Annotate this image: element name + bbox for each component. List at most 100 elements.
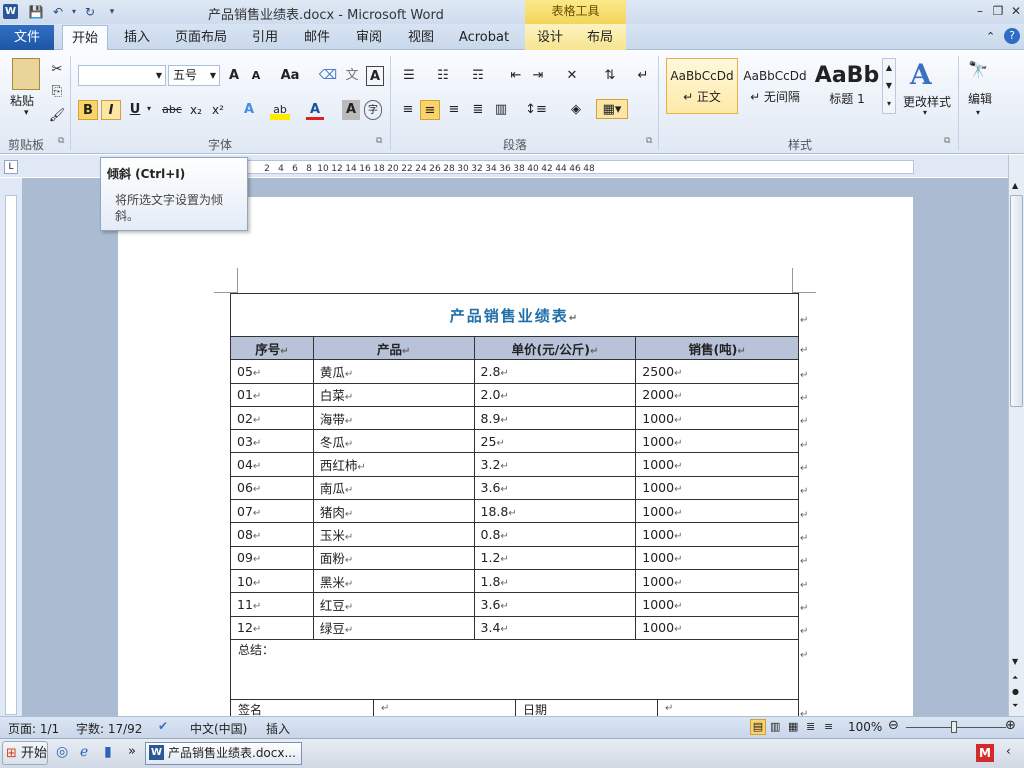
align-center-icon[interactable]: ≡	[420, 100, 440, 120]
table-cell[interactable]: 3.4↵	[473, 615, 637, 640]
insert-mode-status[interactable]: 插入	[266, 720, 290, 737]
table-cell[interactable]: 07↵	[230, 499, 314, 524]
table-cell[interactable]: 玉米↵	[312, 522, 475, 547]
header-cell[interactable]: 销售(吨)↵	[635, 335, 799, 361]
table-cell[interactable]: 1.8↵	[473, 568, 637, 594]
vertical-ruler[interactable]	[5, 195, 17, 715]
header-cell[interactable]: 序号↵	[230, 335, 314, 361]
grow-font-icon[interactable]: A	[224, 66, 244, 86]
distributed-icon[interactable]: ▥	[491, 100, 511, 120]
tab-file[interactable]: 文件	[0, 25, 54, 50]
show-marks-icon[interactable]: ↵	[634, 66, 652, 86]
shrink-font-icon[interactable]: A	[246, 66, 266, 86]
table-cell[interactable]: 海带↵	[312, 405, 475, 431]
tray-expand-icon[interactable]: ‹	[1006, 744, 1011, 758]
font-launcher-icon[interactable]: ⧉	[376, 136, 382, 146]
table-title-cell[interactable]: 产品销售业绩表↵	[230, 293, 799, 337]
format-painter-icon[interactable]: 🖌	[48, 106, 66, 126]
table-cell[interactable]: 03↵	[230, 429, 314, 454]
tab-page-layout[interactable]: 页面布局	[170, 25, 232, 50]
table-cell[interactable]: 1000↵	[635, 522, 799, 547]
tab-mailings[interactable]: 邮件	[296, 25, 338, 50]
full-reading-icon[interactable]: ▥	[770, 720, 780, 733]
styles-launcher-icon[interactable]: ⧉	[944, 136, 950, 146]
font-size-combo[interactable]: 五号 ▼	[168, 65, 220, 86]
quicklaunch-icon[interactable]: ◎	[56, 744, 68, 760]
table-cell[interactable]: 红豆↵	[312, 592, 475, 617]
multilevel-list-icon[interactable]: ☶	[466, 66, 490, 86]
table-cell[interactable]: 1000↵	[635, 405, 799, 431]
table-cell[interactable]: 05↵	[230, 359, 314, 384]
paste-icon[interactable]	[12, 58, 40, 90]
table-cell[interactable]: 1000↵	[635, 545, 799, 570]
style-heading1[interactable]: AaBb 标题 1	[812, 58, 882, 114]
table-cell[interactable]: 1.2↵	[473, 545, 637, 570]
web-layout-icon[interactable]: ▦	[788, 720, 798, 733]
table-cell[interactable]: 1000↵	[635, 452, 799, 477]
subscript-button[interactable]: x₂	[186, 100, 206, 120]
increase-indent-icon[interactable]: ⇥	[528, 66, 548, 86]
tray-app-icon[interactable]: M	[976, 744, 994, 762]
table-cell[interactable]: 2000↵	[635, 382, 799, 407]
draft-icon[interactable]: ≡	[824, 720, 833, 733]
undo-dropdown-icon[interactable]: ▾	[66, 4, 82, 20]
clipboard-launcher-icon[interactable]: ⧉	[58, 136, 64, 146]
redo-icon[interactable]: ↻	[82, 4, 98, 20]
summary-cell[interactable]: 总结：	[230, 639, 799, 700]
zoom-slider-thumb[interactable]	[951, 721, 957, 733]
editing-button[interactable]: 编辑	[968, 90, 992, 107]
tab-selector-icon[interactable]: L	[4, 160, 18, 174]
char-shading-button[interactable]: A	[342, 100, 360, 120]
table-cell[interactable]: 2.8↵	[473, 359, 637, 384]
table-cell[interactable]: 06↵	[230, 475, 314, 501]
table-cell[interactable]: 02↵	[230, 405, 314, 431]
table-cell[interactable]: 1000↵	[635, 568, 799, 594]
customize-quick-access-icon[interactable]: ▾	[104, 4, 120, 20]
table-cell[interactable]: 04↵	[230, 452, 314, 477]
shortcut-icon[interactable]: ▮	[104, 744, 112, 760]
prev-page-icon[interactable]: ⏶	[1012, 673, 1018, 683]
table-cell[interactable]: 绿豆↵	[312, 615, 475, 640]
quicklaunch-more-icon[interactable]: »	[128, 744, 136, 759]
numbering-icon[interactable]: ☷	[432, 66, 454, 86]
table-cell[interactable]: 3.6↵	[473, 592, 637, 617]
zoom-in-icon[interactable]: ⊕	[1005, 718, 1016, 733]
outline-icon[interactable]: ≣	[806, 720, 815, 733]
table-cell[interactable]: 黑米↵	[312, 568, 475, 594]
minimize-icon[interactable]: –	[972, 3, 988, 19]
shading-icon[interactable]: ◈	[564, 100, 588, 120]
next-page-icon[interactable]: ⏷	[1012, 701, 1018, 711]
table-cell[interactable]: 2.0↵	[473, 382, 637, 407]
table-cell[interactable]: 1000↵	[635, 475, 799, 501]
change-styles-dropdown-icon[interactable]: ▾	[923, 108, 927, 117]
language-status[interactable]: 中文(中国)	[190, 720, 247, 737]
restore-icon[interactable]: ❐	[990, 3, 1006, 19]
cut-icon[interactable]: ✂	[48, 60, 66, 80]
font-name-combo[interactable]: ▼	[78, 65, 166, 86]
tab-table-design[interactable]: 设计	[530, 25, 570, 50]
save-icon[interactable]: 💾	[28, 4, 44, 20]
vertical-scrollbar[interactable]: ▲ ▼ ⏶ ● ⏷	[1008, 155, 1024, 716]
tab-home[interactable]: 开始	[62, 25, 108, 51]
table-cell[interactable]: 2500↵	[635, 359, 799, 384]
sales-table[interactable]: 产品销售业绩表↵ 序号↵ 产品↵ 单价(元/公斤)↵ 销售(吨)↵ 05↵ 黄瓜↵…	[230, 293, 799, 640]
chinese-layout-icon[interactable]: ✕	[560, 66, 584, 86]
close-icon[interactable]: ✕	[1008, 3, 1024, 19]
scroll-down-icon[interactable]: ▼	[1012, 657, 1018, 666]
editing-dropdown-icon[interactable]: ▾	[976, 108, 980, 117]
table-cell[interactable]: 1000↵	[635, 615, 799, 640]
ie-icon[interactable]: ℯ	[80, 744, 88, 760]
change-styles-icon[interactable]: A	[910, 58, 932, 91]
zoom-out-icon[interactable]: ⊖	[888, 718, 899, 733]
italic-button[interactable]: I	[101, 100, 121, 120]
help-icon[interactable]: ?	[1004, 28, 1020, 44]
tab-references[interactable]: 引用	[244, 25, 286, 50]
phonetic-guide-icon[interactable]: 文	[342, 66, 362, 86]
table-cell[interactable]: 黄瓜↵	[312, 359, 475, 384]
clear-format-icon[interactable]: ⌫	[318, 66, 338, 86]
table-cell[interactable]: 面粉↵	[312, 545, 475, 570]
scroll-thumb[interactable]	[1010, 195, 1023, 407]
table-cell[interactable]: 西红柿↵	[312, 452, 475, 477]
table-cell[interactable]: 10↵	[230, 568, 314, 594]
minimize-ribbon-icon[interactable]: ⌃	[986, 30, 995, 43]
